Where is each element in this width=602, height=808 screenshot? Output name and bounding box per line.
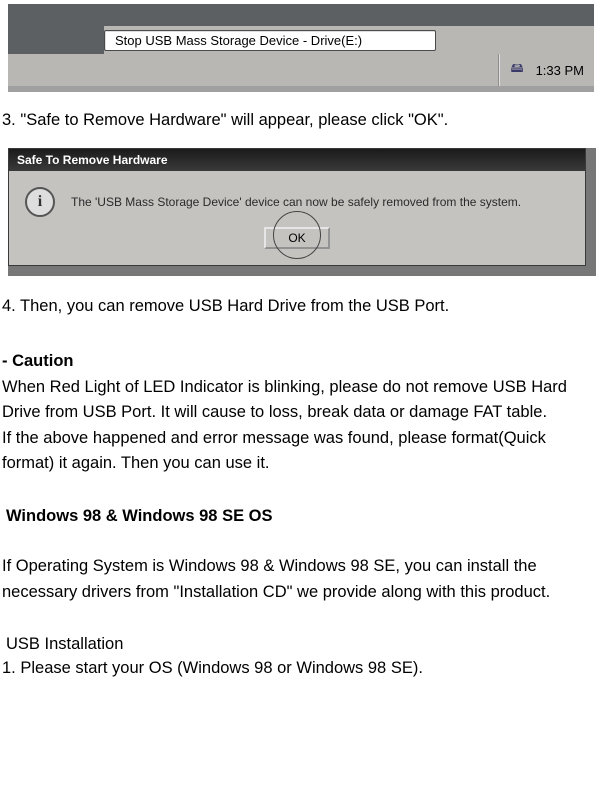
- caution-paragraph-2: If the above happened and error message …: [2, 426, 600, 477]
- dialog-title: Safe To Remove Hardware: [9, 149, 585, 171]
- dialog-message: The 'USB Mass Storage Device' device can…: [71, 195, 521, 209]
- system-tray: 🖴 1:33 PM: [498, 54, 594, 86]
- clock-label: 1:33 PM: [536, 63, 584, 78]
- stop-device-label: Stop USB Mass Storage Device - Drive(E:): [115, 33, 362, 48]
- usb-step-1: 1. Please start your OS (Windows 98 or W…: [2, 656, 600, 682]
- ok-button[interactable]: OK: [264, 227, 329, 249]
- usb-installation-heading: USB Installation: [6, 635, 600, 654]
- dialog-actions: OK: [9, 217, 585, 265]
- safely-remove-icon[interactable]: 🖴: [510, 59, 523, 81]
- taskbar-bg-top: [8, 4, 594, 26]
- taskbar-left-gap: [8, 26, 104, 54]
- dialog-screenshot: Safe To Remove Hardware i The 'USB Mass …: [8, 148, 596, 276]
- caution-heading: - Caution: [2, 349, 600, 375]
- taskbar-row: Stop USB Mass Storage Device - Drive(E:): [8, 26, 594, 54]
- taskbar-spacer: [8, 54, 498, 86]
- caution-paragraph-1: When Red Light of LED Indicator is blink…: [2, 375, 600, 426]
- dialog-body: i The 'USB Mass Storage Device' device c…: [9, 171, 585, 217]
- info-icon: i: [25, 187, 55, 217]
- windows98-paragraph: If Operating System is Windows 98 & Wind…: [2, 554, 600, 605]
- safe-remove-dialog: Safe To Remove Hardware i The 'USB Mass …: [8, 148, 586, 266]
- step-4-text: 4. Then, you can remove USB Hard Drive f…: [2, 294, 600, 320]
- windows98-heading: Windows 98 & Windows 98 SE OS: [6, 507, 600, 526]
- taskbar-screenshot: Stop USB Mass Storage Device - Drive(E:)…: [8, 4, 594, 92]
- stop-device-menu-item[interactable]: Stop USB Mass Storage Device - Drive(E:): [104, 28, 588, 52]
- system-tray-row: 🖴 1:33 PM: [8, 54, 594, 86]
- step-3-text: 3. "Safe to Remove Hardware" will appear…: [2, 108, 600, 134]
